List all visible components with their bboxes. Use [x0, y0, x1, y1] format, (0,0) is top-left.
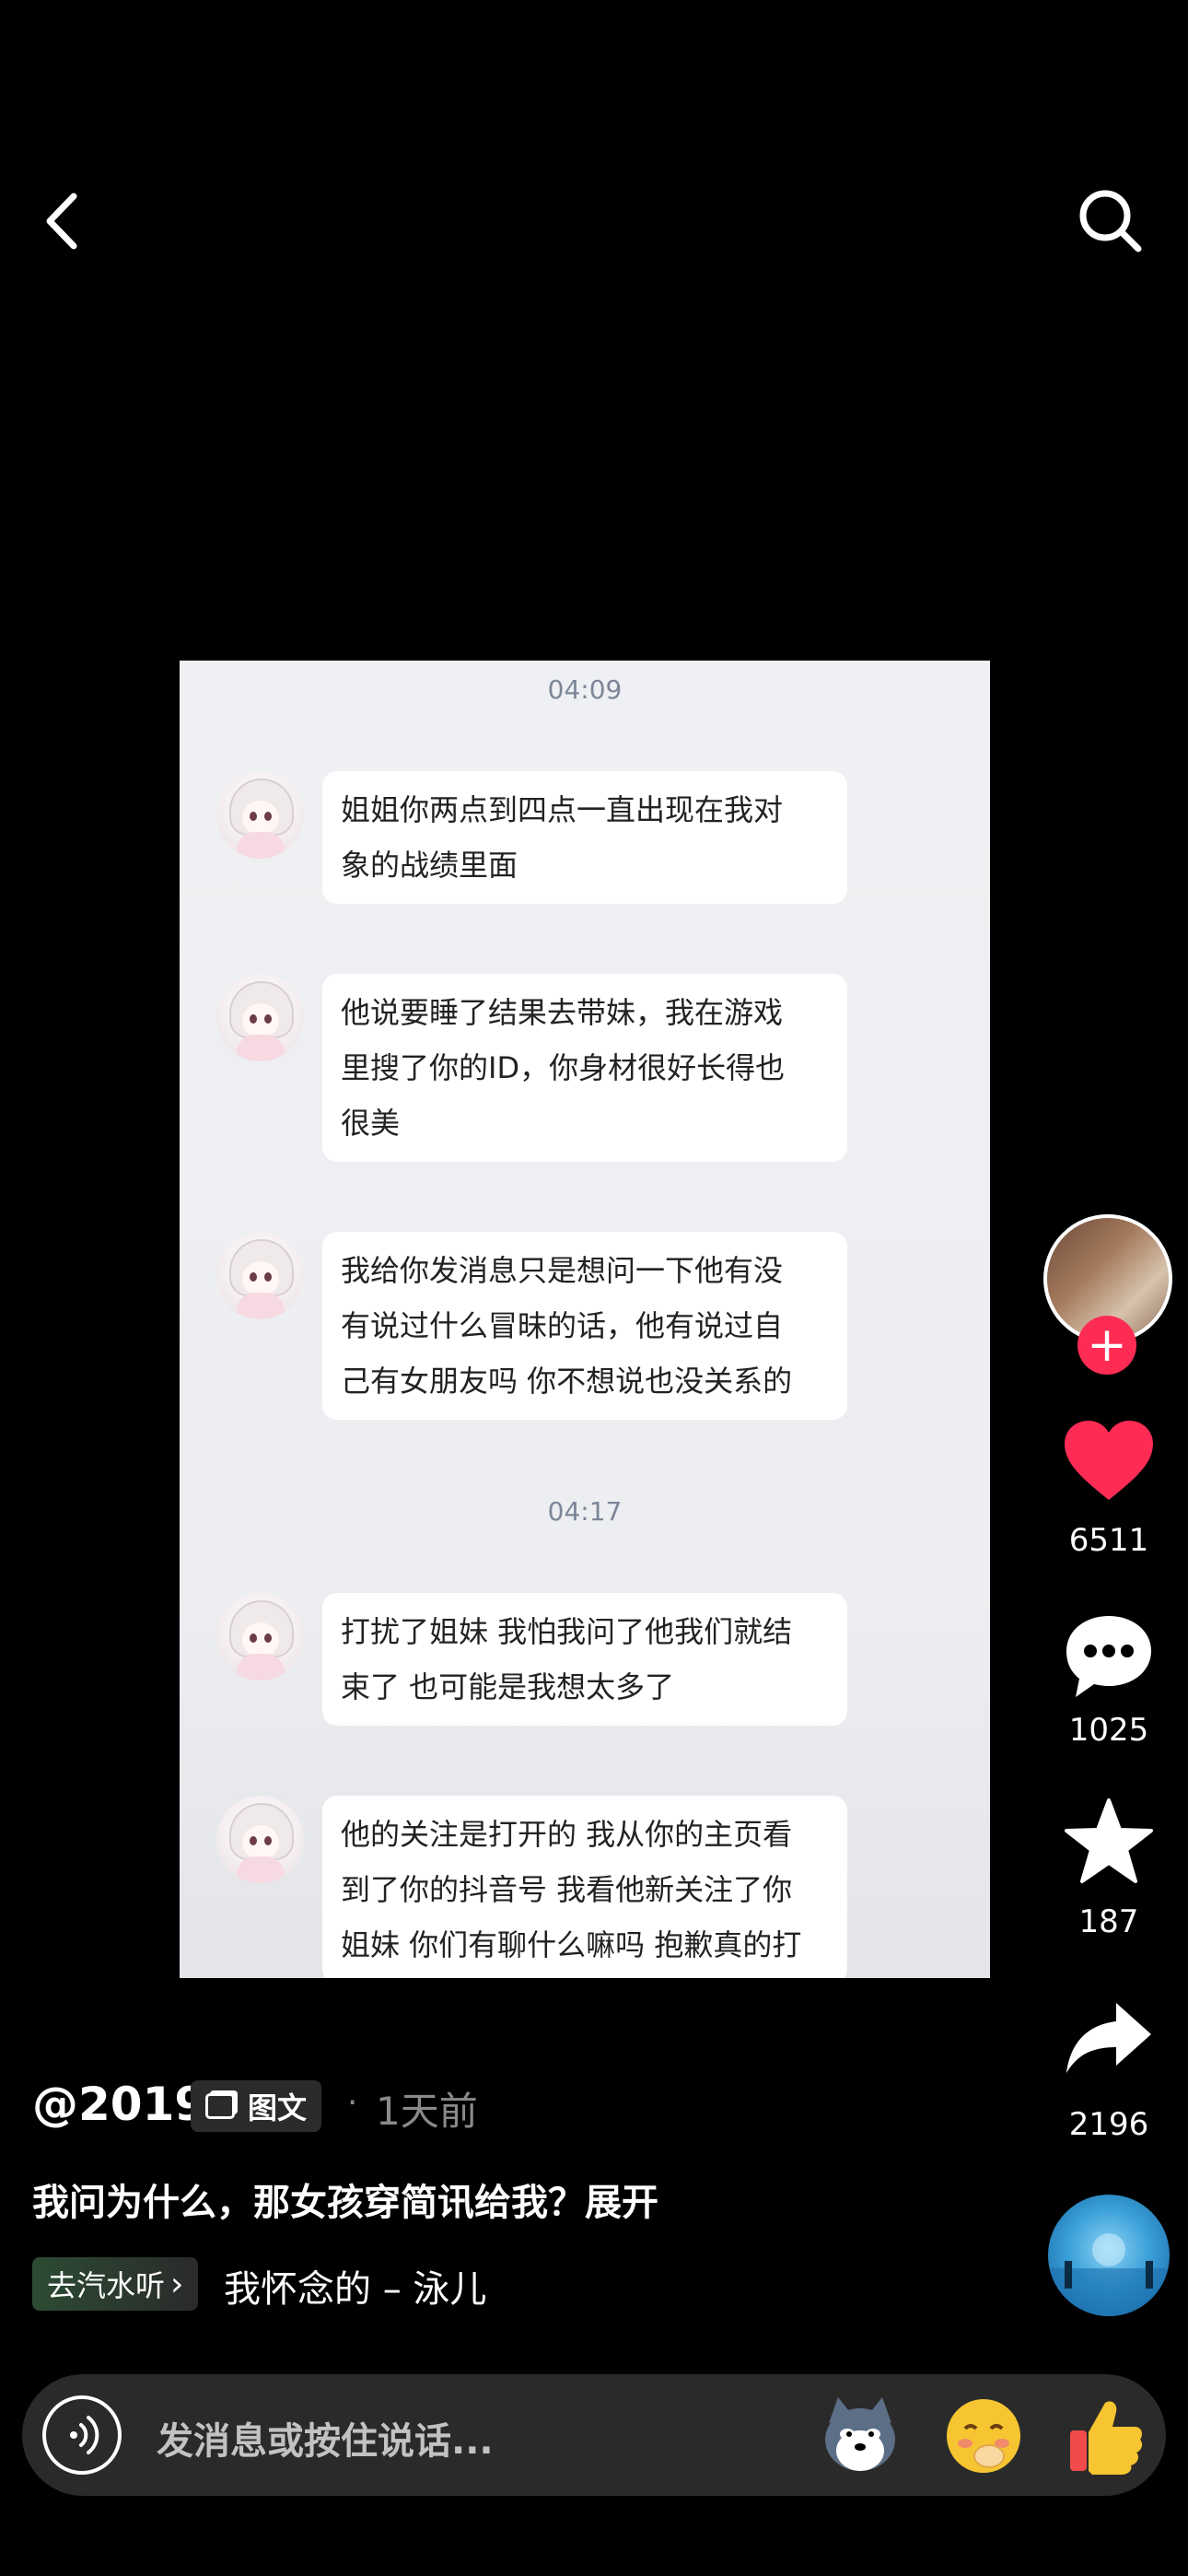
back-button[interactable]	[37, 189, 92, 253]
music-disc[interactable]	[1048, 2195, 1170, 2316]
voice-button[interactable]	[42, 2395, 122, 2475]
comment-count: 1025	[1068, 1712, 1149, 1749]
separator-dot: ·	[347, 2084, 358, 2122]
share-button[interactable]	[1050, 1999, 1168, 2080]
chat-avatar	[216, 1593, 304, 1680]
image-text-icon	[205, 2093, 235, 2119]
open-music-app-chip[interactable]: 去汽水听 ›	[32, 2257, 199, 2311]
share-arrow-icon	[1066, 2003, 1151, 2073]
favorite-button[interactable]	[1050, 1797, 1168, 1889]
chat-bubble: 他的关注是打开的 我从你的主页看 到了你的抖音号 我看他新关注了你 姐妹 你们有…	[322, 1796, 847, 1978]
chat-bubble: 打扰了姐妹 我怕我问了他我们就结 束了 也可能是我想太多了	[322, 1593, 847, 1726]
shy-face-emoji-icon[interactable]	[943, 2395, 1024, 2476]
plus-icon: +	[1087, 1317, 1127, 1373]
voice-icon	[70, 2416, 99, 2454]
follow-button[interactable]: +	[1077, 1316, 1136, 1375]
post-time: 1天前	[376, 2089, 478, 2134]
chat-bubble: 我给你发消息只是想问一下他有没 有说过什么冒昧的话，他有说过自 己有女朋友吗 你…	[322, 1232, 847, 1420]
author-handle[interactable]: @2019	[32, 2078, 206, 2131]
chat-timestamp: 04:09	[547, 674, 623, 705]
chat-timestamp: 04:17	[547, 1496, 623, 1527]
like-button[interactable]	[1050, 1419, 1168, 1507]
music-title[interactable]: 我怀念的 – 泳儿	[224, 2259, 486, 2313]
star-icon	[1065, 1798, 1153, 1883]
comment-button[interactable]	[1050, 1612, 1168, 1704]
chevron-left-icon	[46, 193, 77, 250]
thumbs-up-emoji-icon[interactable]	[1065, 2395, 1146, 2476]
message-input[interactable]: 发消息或按住说话...	[157, 2411, 494, 2465]
husky-emoji-icon[interactable]	[820, 2395, 901, 2476]
chat-avatar	[216, 974, 304, 1061]
post-image[interactable]: 04:09 姐姐你两点到四点一直出现在我对 象的战绩里面 他说要睡了结果去带妹，…	[180, 661, 990, 1978]
chat-avatar	[216, 1796, 304, 1883]
search-icon	[1079, 190, 1142, 252]
share-count: 2196	[1068, 2106, 1149, 2143]
post-caption[interactable]: 我问为什么，那女孩穿简讯给我？展开	[32, 2172, 658, 2226]
chat-avatar	[216, 771, 304, 859]
comment-icon	[1066, 1616, 1151, 1697]
chat-avatar	[216, 1232, 304, 1319]
post-type-badge: 图文	[191, 2080, 322, 2132]
chat-bubble: 姐姐你两点到四点一直出现在我对 象的战绩里面	[322, 771, 847, 904]
like-count: 6511	[1068, 1522, 1149, 1559]
favorite-count: 187	[1078, 1903, 1139, 1940]
chevron-right-icon: ›	[170, 2265, 184, 2303]
search-button[interactable]	[1074, 184, 1147, 258]
album-cover-icon	[1048, 2233, 1170, 2316]
chat-bubble: 他说要睡了结果去带妹，我在游戏 里搜了你的ID，你身材很好长得也 很美	[322, 974, 847, 1162]
heart-icon	[1065, 1421, 1153, 1500]
